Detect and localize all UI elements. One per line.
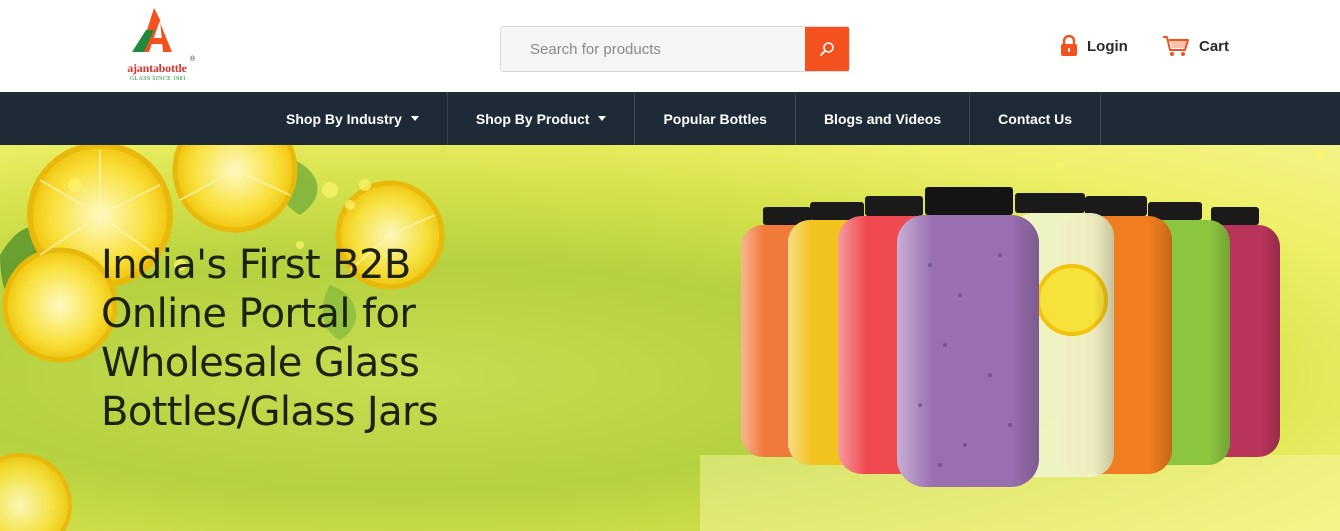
logo-mark-icon (132, 8, 172, 52)
search-bar (500, 26, 850, 72)
search-button[interactable] (805, 27, 849, 71)
brand-tagline: GLASS SINCE 1981 (129, 76, 187, 82)
juice-bottles-image (741, 187, 1280, 487)
lock-icon (1061, 35, 1077, 56)
nav-list: Shop By Industry Shop By Product Popular… (258, 92, 1102, 145)
hero-headline-line: Online Portal for (101, 291, 416, 337)
hero-headline: India's First B2B Online Portal for Whol… (101, 241, 621, 437)
hero-headline-line: Wholesale Glass (101, 340, 420, 386)
login-label: Login (1087, 37, 1128, 55)
hero-banner[interactable]: India's First B2B Online Portal for Whol… (0, 145, 1340, 531)
hero-headline-line: Bottles/Glass Jars (101, 389, 439, 435)
registered-mark: ® (190, 56, 196, 63)
login-link[interactable]: Login (1060, 33, 1128, 59)
cart-label: Cart (1199, 37, 1230, 55)
search-icon (820, 42, 834, 56)
nav-item-popular-bottles[interactable]: Popular Bottles (635, 92, 796, 145)
nav-item-contact-us[interactable]: Contact Us (970, 92, 1102, 145)
nav-item-label: Shop By Industry (286, 110, 402, 127)
nav-item-label: Popular Bottles (663, 110, 767, 127)
chevron-down-icon (598, 116, 607, 121)
nav-item-shop-by-product[interactable]: Shop By Product (448, 92, 636, 145)
nav-item-blogs-and-videos[interactable]: Blogs and Videos (796, 92, 971, 145)
chevron-down-icon (410, 116, 419, 121)
nav-item-shop-by-industry[interactable]: Shop By Industry (258, 92, 448, 145)
nav-item-label: Contact Us (998, 110, 1073, 127)
cart-link[interactable]: Cart (1162, 33, 1229, 59)
nav-item-label: Shop By Product (475, 110, 590, 127)
nav-item-label: Blogs and Videos (823, 110, 942, 127)
brand-name: ajantabottle (127, 61, 187, 75)
main-nav: Shop By Industry Shop By Product Popular… (0, 92, 1340, 145)
site-header: ajantabottle ® GLASS SINCE 1981 Login Ca… (0, 0, 1340, 92)
search-input[interactable] (501, 27, 807, 71)
brand-logo[interactable]: ajantabottle ® GLASS SINCE 1981 (118, 8, 198, 84)
hero-headline-line: India's First B2B (101, 242, 411, 288)
cart-icon (1163, 36, 1189, 56)
